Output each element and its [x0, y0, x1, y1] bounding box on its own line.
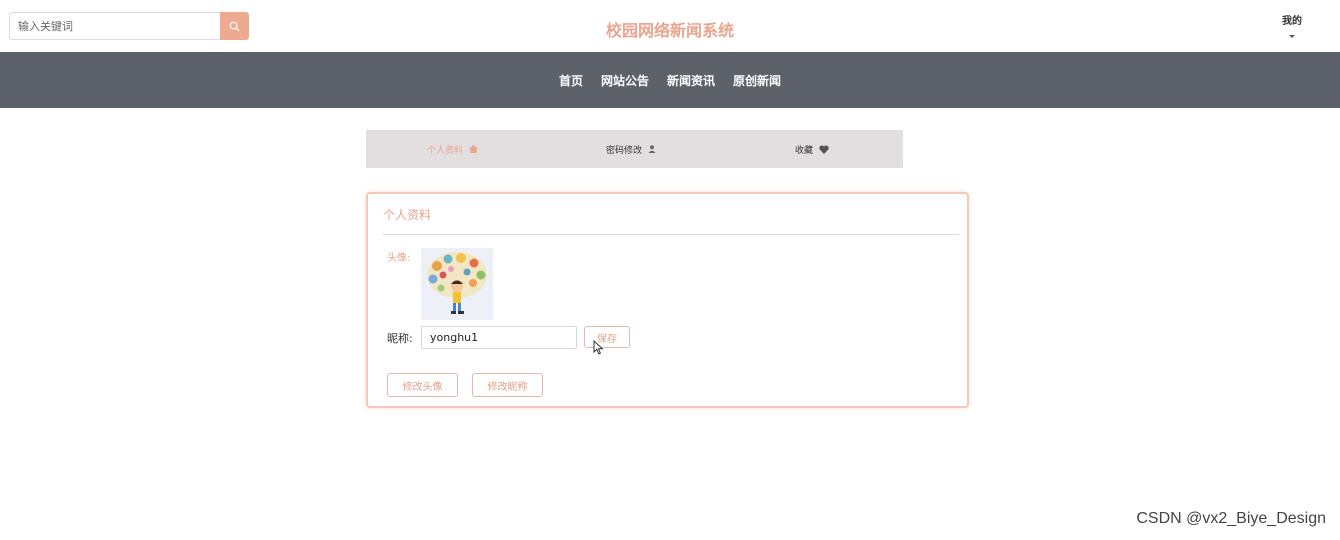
profile-tabs: 个人资料 密码修改 收藏	[366, 130, 903, 168]
nav-item-home[interactable]: 首页	[550, 72, 592, 89]
site-title: 校园网络新闻系统	[605, 21, 734, 40]
mouse-cursor-icon	[593, 340, 604, 355]
main-nav: 首页 网站公告 新闻资讯 原创新闻	[0, 52, 1340, 108]
tab-password-label: 密码修改	[606, 145, 643, 156]
save-button[interactable]: 保存	[584, 326, 630, 348]
home-icon	[469, 145, 478, 153]
tab-favorites-label: 收藏	[795, 145, 814, 156]
heart-icon	[819, 145, 829, 154]
nav-item-announcements[interactable]: 网站公告	[592, 72, 658, 89]
nickname-input[interactable]	[421, 326, 577, 349]
nav-item-news[interactable]: 新闻资讯	[658, 72, 724, 89]
change-avatar-button[interactable]: 修改头像	[387, 373, 458, 397]
chevron-down-icon	[1289, 35, 1295, 38]
profile-card: 个人资料 头像: 昵称: 保存 修改头像	[366, 192, 969, 408]
tab-favorites[interactable]: 收藏	[795, 130, 829, 168]
tab-profile[interactable]: 个人资料	[427, 130, 478, 168]
change-nickname-button[interactable]: 修改昵称	[472, 373, 543, 397]
divider	[383, 234, 959, 235]
tab-profile-label: 个人资料	[427, 145, 464, 156]
user-icon	[648, 145, 656, 153]
avatar	[421, 248, 493, 320]
avatar-illustration	[427, 252, 487, 314]
watermark: CSDN @vx2_Biye_Design	[1136, 510, 1326, 527]
avatar-label: 头像:	[387, 253, 411, 264]
account-label: 我的	[1282, 16, 1302, 27]
nickname-label: 昵称:	[387, 332, 413, 345]
top-header: 校园网络新闻系统 我的	[0, 0, 1340, 52]
card-title: 个人资料	[383, 208, 432, 222]
account-menu[interactable]: 我的	[1276, 12, 1308, 38]
nav-item-original-news[interactable]: 原创新闻	[724, 72, 790, 89]
tab-password[interactable]: 密码修改	[606, 130, 656, 168]
